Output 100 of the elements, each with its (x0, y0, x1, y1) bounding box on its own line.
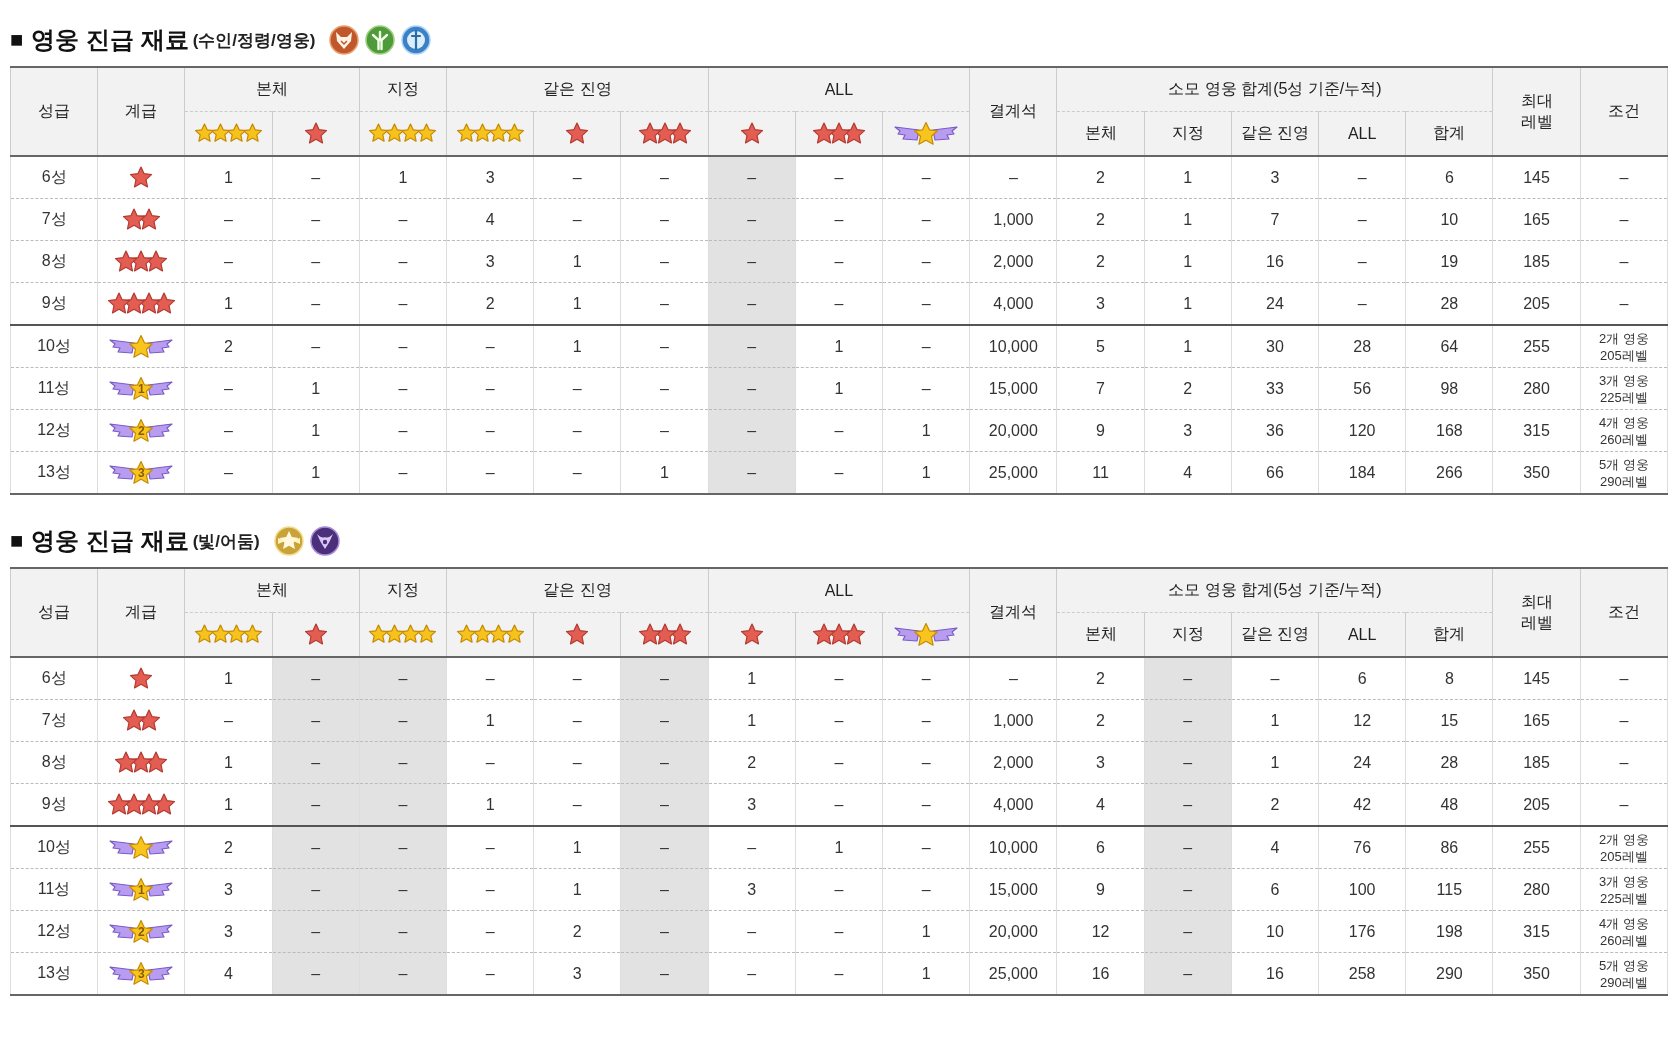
table-cell: – (359, 910, 447, 953)
table-cell: 1 (795, 367, 883, 410)
column-header: 본체 (1056, 111, 1145, 156)
table-cell: – (1144, 826, 1232, 869)
table-cell: – (446, 325, 534, 368)
table-cell: 7 (1231, 198, 1319, 241)
winged-star-icon (108, 918, 175, 945)
table-cell: – (795, 910, 883, 953)
table-cell: – (882, 156, 970, 199)
column-header: 소모 영웅 합계(5성 기준/누적) (1056, 568, 1493, 613)
table-cell: 315 (1492, 409, 1581, 452)
rank-number: 2 (136, 924, 146, 939)
table-cell: – (359, 198, 447, 241)
table-cell: 290 (1405, 952, 1493, 995)
table-cell: 9 (1056, 409, 1145, 452)
winged-star-icon (108, 333, 175, 360)
star-icon (565, 622, 590, 647)
column-header: 지정 (1144, 111, 1232, 156)
table-cell: 6성 (10, 156, 98, 199)
table-cell: 3 (446, 156, 534, 199)
table-cell: 1 (272, 367, 360, 410)
sword-icon (401, 25, 432, 55)
table-cell: 5 (1056, 325, 1145, 368)
table-cell: 10성 (10, 826, 98, 869)
table-cell: 6 (1231, 868, 1319, 911)
table-cell: 28 (1318, 325, 1406, 368)
table-cell: 16 (1231, 240, 1319, 283)
table-cell: 1 (272, 409, 360, 452)
table-cell: 9성 (10, 783, 98, 826)
star-icon (129, 666, 154, 691)
table-cell: 3 (184, 910, 273, 953)
table-cell: 7성 (10, 198, 98, 241)
table-cell: 8 (1405, 657, 1493, 700)
table-cell: 3 (1231, 156, 1319, 199)
table-cell: 280 (1492, 367, 1581, 410)
table-cell: – (795, 868, 883, 911)
table-cell: – (184, 699, 273, 742)
table-cell: 1 (1144, 325, 1232, 368)
table-cell: – (359, 741, 447, 784)
table-cell: – (446, 741, 534, 784)
table-cell: – (1580, 198, 1668, 241)
table-cell: – (795, 451, 883, 494)
table-cell: – (882, 198, 970, 241)
table-cell: – (184, 198, 273, 241)
column-header: 계급 (97, 568, 185, 657)
column-header: 같은 진영 (446, 568, 709, 613)
table-cell: – (882, 868, 970, 911)
winged-star-icon (108, 459, 175, 486)
table-cell: 2 (533, 910, 621, 953)
table-cell: – (1231, 657, 1319, 700)
table-cell: 10 (1231, 910, 1319, 953)
table-cell: – (795, 198, 883, 241)
column-header: 최대 레벨 (1492, 568, 1581, 657)
table-cell: 1 (446, 699, 534, 742)
table-cell: – (620, 868, 709, 911)
table-cell: 15,000 (969, 868, 1057, 911)
table-cell: – (620, 409, 709, 452)
table-cell: 1,000 (969, 699, 1057, 742)
table-cell: 1 (1231, 699, 1319, 742)
table-cell: – (272, 826, 360, 869)
table-cell: – (708, 156, 796, 199)
table-cell: – (1144, 910, 1232, 953)
table-cell: 25,000 (969, 952, 1057, 995)
section-title: 영웅 진급 재료 (31, 526, 189, 556)
table-cell: 1 (359, 156, 447, 199)
table-cell: – (882, 741, 970, 784)
table-cell: – (446, 910, 534, 953)
table-cell: 36 (1231, 409, 1319, 452)
table-cell: 2 (1056, 699, 1145, 742)
table-cell: – (272, 156, 360, 199)
table-cell: 1 (882, 409, 970, 452)
table-cell: 10 (1405, 198, 1493, 241)
table-cell: 1 (708, 657, 796, 700)
column-header: 본체 (184, 568, 360, 613)
table-cell: – (1144, 741, 1232, 784)
table-cell: 2 (1144, 367, 1232, 410)
table-cell: 1 (708, 699, 796, 742)
table-cell: 120 (1318, 409, 1406, 452)
table-cell: 165 (1492, 699, 1581, 742)
column-header: 조건 (1580, 67, 1668, 156)
table-cell: 12성 (10, 409, 98, 452)
table-cell: 15,000 (969, 367, 1057, 410)
table-cell: 168 (1405, 409, 1493, 452)
table-cell: – (272, 240, 360, 283)
table-cell: 10성 (10, 325, 98, 368)
table-cell: 145 (1492, 657, 1581, 700)
table-cell: 24 (1318, 741, 1406, 784)
table-cell: – (795, 657, 883, 700)
table-cell: 1 (1231, 741, 1319, 784)
table-cell: 12성 (10, 910, 98, 953)
tree-icon (365, 25, 396, 55)
winged-star-icon (893, 621, 960, 648)
table-cell: – (795, 952, 883, 995)
column-header: 지정 (1144, 612, 1232, 657)
table-cell: – (359, 699, 447, 742)
table-cell: – (359, 783, 447, 826)
table-cell: 15 (1405, 699, 1493, 742)
table-cell: 3 (1144, 409, 1232, 452)
table-cell: – (882, 325, 970, 368)
table-cell: – (708, 451, 796, 494)
